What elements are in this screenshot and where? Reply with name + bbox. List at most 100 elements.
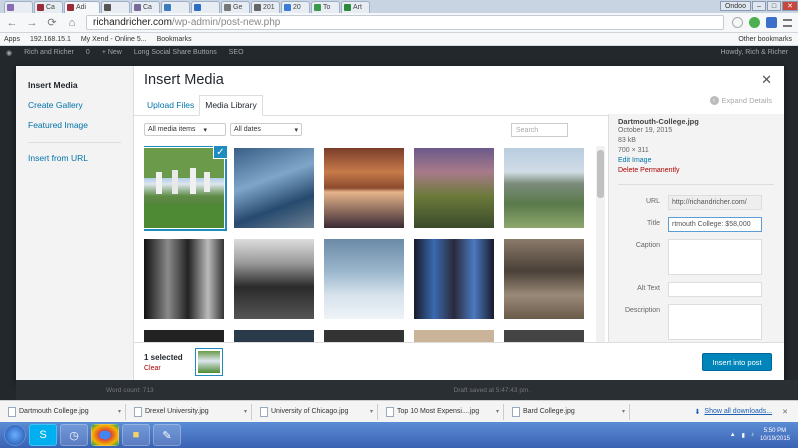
folder-icon[interactable]: ■ [122, 424, 150, 446]
browser-tab[interactable] [4, 1, 33, 13]
window-controls: Ondoo – □ ✕ [719, 1, 798, 13]
attachment-college-4[interactable] [414, 148, 494, 228]
browser-tab[interactable] [191, 1, 220, 13]
url-field[interactable]: richandricher.com/wp-admin/post-new.php [86, 15, 724, 30]
tab-favicon-icon [134, 4, 141, 11]
attachment-winter-scene[interactable] [324, 239, 404, 319]
tab-upload-files[interactable]: Upload Files [142, 96, 199, 115]
extension-icon[interactable] [766, 17, 777, 28]
download-item[interactable]: Bard College.jpg ▾ [508, 403, 630, 420]
browser-tab[interactable]: Art [341, 1, 370, 13]
show-all-downloads[interactable]: ⬇ Show all downloads... ✕ [695, 408, 798, 416]
browser-tab[interactable]: Ca [131, 1, 160, 13]
attachment-dartmouth[interactable]: ✓ [144, 146, 228, 231]
extension-icon[interactable] [749, 17, 760, 28]
start-button[interactable] [4, 424, 26, 446]
title-field[interactable]: rtmouth College: $58,000 [668, 217, 762, 232]
attachment-sepia-portrait[interactable] [504, 239, 584, 319]
menu-icon[interactable] [783, 18, 792, 27]
download-item[interactable]: Dartmouth College.jpg ▾ [4, 403, 126, 420]
reload-icon[interactable]: ⟳ [46, 16, 58, 29]
bookmark-apps[interactable]: Apps [4, 36, 20, 43]
bookmark-item[interactable]: My Xend - Online 5... [81, 36, 147, 43]
paint-icon[interactable]: ✎ [153, 424, 181, 446]
chevron-down-icon[interactable]: ▾ [118, 408, 121, 415]
attachment-drexel[interactable] [234, 148, 314, 228]
attachment-chicago[interactable] [324, 148, 404, 228]
title-label: Title [647, 220, 660, 227]
caption-field[interactable] [668, 239, 762, 275]
chevron-down-icon[interactable]: ▾ [244, 408, 247, 415]
clear-selection-link[interactable]: Clear [144, 365, 161, 372]
maximize-button[interactable]: □ [766, 1, 782, 11]
close-icon[interactable]: ✕ [782, 408, 788, 416]
comments-count[interactable]: 0 [86, 49, 90, 56]
delete-permanently-link[interactable]: Delete Permanently [618, 166, 774, 176]
seo-menu[interactable]: SEO [229, 49, 244, 56]
howdy-user[interactable]: Howdy, Rich & Richer [720, 49, 798, 56]
browser-tab[interactable] [161, 1, 190, 13]
menu-insert-from-url[interactable]: Insert from URL [16, 149, 133, 169]
forward-arrow-icon[interactable]: → [26, 17, 38, 29]
download-item[interactable]: Drexel University.jpg ▾ [130, 403, 252, 420]
site-name[interactable]: Rich and Richer [24, 49, 74, 56]
close-icon[interactable]: ✕ [761, 72, 772, 88]
browser-tab[interactable] [101, 1, 130, 13]
checkmark-icon[interactable]: ✓ [213, 146, 228, 159]
star-icon[interactable] [732, 17, 743, 28]
description-field[interactable] [668, 304, 762, 340]
wp-logo-icon[interactable]: ◉ [6, 49, 12, 57]
media-router: Upload Files Media Library [134, 94, 784, 116]
menu-create-gallery[interactable]: Create Gallery [16, 96, 133, 116]
attachment-bw-band[interactable] [234, 239, 314, 319]
skype-icon[interactable]: S [29, 424, 57, 446]
browser-tab-strip: Ca Adi Ca Ge 201 20 To Art Ondoo – □ ✕ [0, 0, 798, 13]
alt-text-field[interactable] [668, 282, 762, 297]
back-arrow-icon[interactable]: ← [6, 17, 18, 29]
close-window-button[interactable]: ✕ [782, 1, 798, 11]
download-item[interactable]: Top 10 Most Expensi....jpg ▾ [382, 403, 504, 420]
tab-media-library[interactable]: Media Library [199, 95, 263, 116]
browser-tab[interactable]: Ca [34, 1, 63, 13]
browser-tab[interactable]: 20 [281, 1, 310, 13]
bookmark-item[interactable]: Bookmarks [157, 36, 192, 43]
insert-into-post-button[interactable]: Insert into post [702, 353, 772, 371]
browser-tab-active[interactable]: Adi [64, 1, 100, 13]
download-arrow-icon: ⬇ [694, 408, 701, 416]
menu-featured-image[interactable]: Featured Image [16, 116, 133, 136]
user-profile-button[interactable]: Ondoo [719, 1, 751, 11]
network-icon[interactable]: ▮ [742, 432, 745, 439]
clock[interactable]: 5:50 PM 10/19/2015 [760, 427, 790, 443]
grid-scrollbar[interactable] [596, 146, 605, 346]
chrome-icon[interactable] [91, 424, 119, 446]
download-item[interactable]: University of Chicago.jpg ▾ [256, 403, 378, 420]
new-menu[interactable]: + New [102, 49, 122, 56]
browser-tab[interactable]: Ge [221, 1, 250, 13]
chevron-down-icon: ▾ [294, 126, 298, 134]
bookmark-item[interactable]: 192.168.15.1 [30, 36, 71, 43]
plugin-menu[interactable]: Long Social Share Buttons [134, 49, 217, 56]
chevron-down-icon[interactable]: ▾ [370, 408, 373, 415]
expand-details-button[interactable]: ‹ Expand Details [709, 96, 772, 105]
browser-tab[interactable]: 201 [251, 1, 280, 13]
chevron-down-icon[interactable]: ▾ [622, 408, 625, 415]
menu-insert-media[interactable]: Insert Media [16, 76, 133, 96]
url-field[interactable]: http://richandricher.com/ [668, 195, 762, 210]
attachment-bard[interactable] [504, 148, 584, 228]
attachment-bw-portrait[interactable] [144, 239, 224, 319]
chevron-down-icon[interactable]: ▾ [496, 408, 499, 415]
other-bookmarks[interactable]: Other bookmarks [738, 36, 798, 43]
edit-image-link[interactable]: Edit Image [618, 156, 774, 166]
selected-thumbnail[interactable] [195, 348, 223, 376]
search-input[interactable]: Search [511, 123, 568, 137]
volume-icon[interactable]: ♪ [751, 432, 754, 438]
minimize-button[interactable]: – [751, 1, 766, 11]
date-filter[interactable]: All dates ▾ [230, 123, 302, 136]
scrollbar-thumb[interactable] [597, 150, 604, 198]
browser-tab[interactable]: To [311, 1, 340, 13]
attachment-stage-performers[interactable] [414, 239, 494, 319]
tray-arrow-icon[interactable]: ▲ [730, 432, 736, 438]
clock-app-icon[interactable]: ◷ [60, 424, 88, 446]
media-type-filter[interactable]: All media items ▾ [144, 123, 226, 136]
home-icon[interactable]: ⌂ [66, 17, 78, 29]
